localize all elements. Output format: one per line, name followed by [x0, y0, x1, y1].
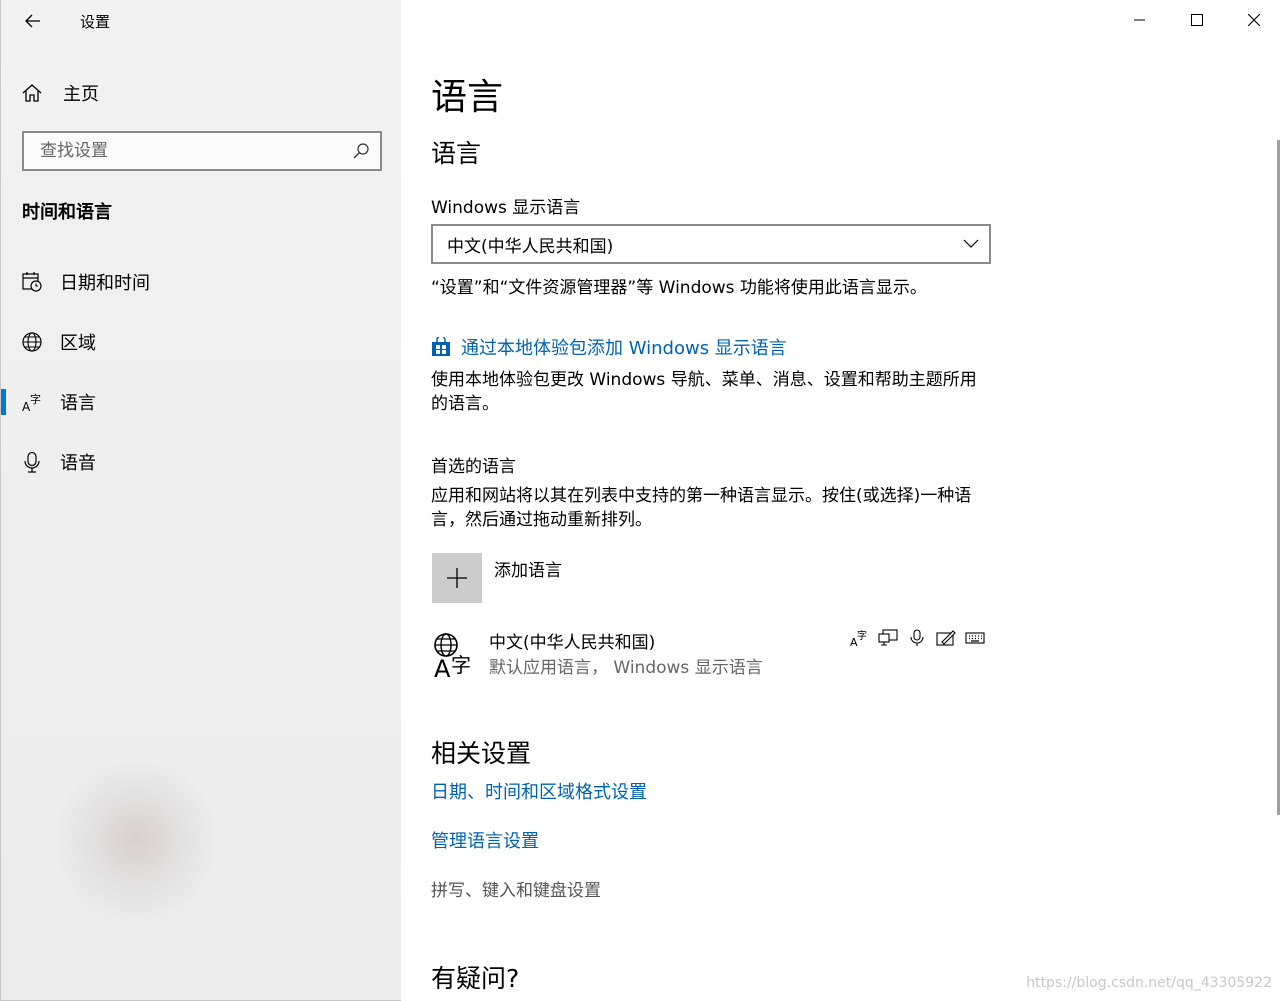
display-language-icon: A 字 [844, 627, 873, 649]
svg-text:字: 字 [857, 629, 867, 642]
close-button[interactable] [1225, 0, 1282, 40]
display-language-dropdown[interactable]: 中文(中华人民共和国) [431, 224, 991, 264]
main-content: 语言 语言 Windows 显示语言 中文(中华人民共和国) “设置”和“文件资… [401, 0, 1282, 1001]
display-language-label: Windows 显示语言 [431, 198, 581, 218]
display-language-description: “设置”和“文件资源管理器”等 Windows 功能将使用此语言显示。 [431, 278, 927, 298]
minimize-button[interactable] [1111, 0, 1168, 40]
page-title: 语言 [431, 77, 504, 118]
store-link-label: 通过本地体验包添加 Windows 显示语言 [461, 338, 787, 359]
search-icon[interactable] [352, 142, 370, 160]
preferred-languages-description: 应用和网站将以其在列表中支持的第一种语言显示。按住(或选择)一种语言，然后通过拖… [431, 486, 972, 530]
app-title: 设置 [80, 13, 111, 31]
related-settings-heading: 相关设置 [431, 739, 532, 768]
date-time-region-link[interactable]: 日期、时间和区域格式设置 [431, 778, 647, 804]
minimize-icon [1133, 19, 1145, 21]
keyboard-icon [960, 627, 989, 649]
maximize-icon [1190, 14, 1203, 26]
back-button[interactable] [13, 6, 53, 36]
add-tile [432, 553, 482, 603]
calendar-clock-icon [21, 271, 43, 293]
store-link-description: 使用本地体验包更改 Windows 导航、菜单、消息、设置和帮助主题所用的语言。 [431, 370, 977, 414]
help-heading: 有疑问? [431, 964, 520, 993]
svg-text:A: A [434, 655, 451, 679]
home-label: 主页 [63, 84, 99, 105]
store-bag-icon [432, 337, 450, 356]
spelling-typing-keyboard-link: 拼写、键入和键盘设置 [431, 881, 601, 901]
home-nav-item[interactable]: 主页 [21, 78, 99, 108]
sidebar-item-date-time[interactable]: 日期和时间 [1, 257, 401, 307]
sidebar-item-label: 语言 [60, 393, 96, 414]
add-language-button[interactable]: 添加语言 [432, 553, 562, 603]
sidebar-item-label: 区域 [60, 333, 96, 354]
chevron-down-icon [963, 239, 979, 248]
language-list-item[interactable]: A 字 中文(中华人民共和国) 默认应用语言， Windows 显示语言 A 字 [432, 627, 992, 687]
display-language-value: 中文(中华人民共和国) [447, 236, 614, 257]
language-feature-icons: A 字 [844, 627, 989, 649]
sidebar-item-label: 语音 [60, 453, 96, 474]
speech-recognition-icon [902, 627, 931, 649]
window-controls [1111, 0, 1282, 40]
sidebar-item-label: 日期和时间 [60, 273, 150, 294]
preferred-languages-heading: 首选的语言 [431, 457, 516, 477]
acrylic-blur-decoration [56, 760, 216, 920]
close-icon [1247, 14, 1260, 26]
search-input[interactable] [38, 140, 352, 162]
back-arrow-icon [25, 14, 40, 28]
handwriting-icon [931, 627, 960, 649]
language-name: 中文(中华人民共和国) [489, 633, 656, 653]
scrollbar[interactable] [1277, 140, 1280, 815]
plus-icon [447, 568, 467, 588]
sidebar-item-region[interactable]: 区域 [1, 317, 401, 367]
sidebar-item-language[interactable]: A 字 语言 [1, 377, 401, 427]
section-title: 时间和语言 [22, 202, 112, 223]
watermark: https://blog.csdn.net/qq_43305922 [1026, 975, 1272, 991]
svg-text:字: 字 [30, 392, 41, 406]
sidebar-item-speech[interactable]: 语音 [1, 437, 401, 487]
home-icon [22, 84, 42, 102]
globe-icon [21, 331, 43, 353]
text-to-speech-icon [873, 627, 902, 649]
svg-text:字: 字 [451, 653, 471, 677]
language-globe-character-icon: A 字 [434, 633, 471, 679]
search-box[interactable] [22, 131, 382, 171]
add-language-label: 添加语言 [494, 561, 562, 581]
language-section-heading: 语言 [431, 139, 482, 168]
language-subtitle: 默认应用语言， Windows 显示语言 [489, 658, 763, 678]
microphone-icon [21, 451, 43, 473]
manage-language-link[interactable]: 管理语言设置 [431, 827, 539, 853]
maximize-button[interactable] [1168, 0, 1225, 40]
navigation-pane: 设置 主页 时间和语言 日期和时间 [0, 0, 401, 1001]
language-icon: A 字 [21, 391, 43, 413]
store-link[interactable]: 通过本地体验包添加 Windows 显示语言 [431, 334, 787, 360]
